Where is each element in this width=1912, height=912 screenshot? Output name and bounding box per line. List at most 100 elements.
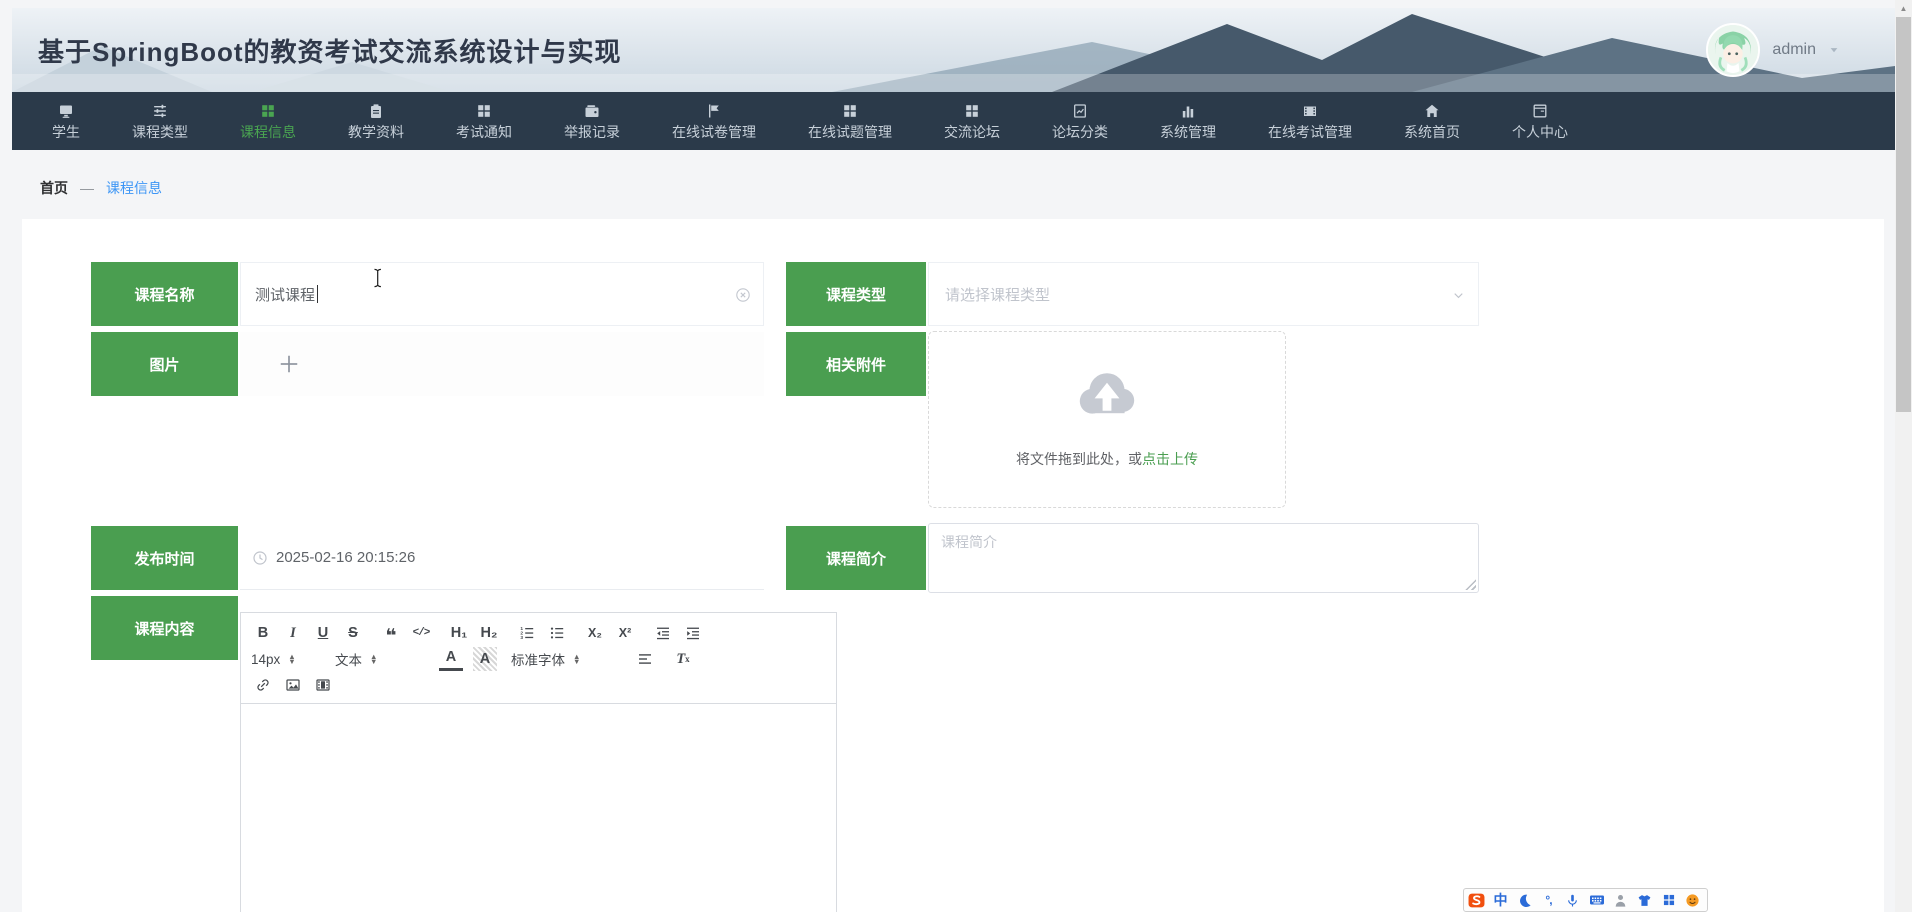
- indent-icon[interactable]: [681, 621, 705, 645]
- superscript-button[interactable]: X²: [613, 621, 637, 645]
- upload-link[interactable]: 点击上传: [1142, 451, 1198, 467]
- header1-button[interactable]: H₁: [447, 621, 471, 645]
- nav-item-personal-center[interactable]: 个人中心: [1486, 92, 1594, 150]
- publish-time-picker[interactable]: 2025-02-16 20:15:26: [240, 526, 764, 590]
- cloud-upload-icon: [1075, 362, 1139, 426]
- nav-item-online-question-mgmt[interactable]: 在线试题管理: [782, 92, 918, 150]
- strikethrough-button[interactable]: S: [341, 621, 365, 645]
- person-icon[interactable]: [1612, 892, 1629, 909]
- grid-blue-icon[interactable]: [1660, 892, 1677, 909]
- ulist-icon[interactable]: [545, 621, 569, 645]
- image-label: 图片: [91, 332, 238, 396]
- blockquote-button[interactable]: ❝: [379, 621, 403, 646]
- publish-time-label: 发布时间: [91, 526, 238, 590]
- font-size-picker[interactable]: 14px ▲ ▼: [251, 652, 317, 667]
- course-name-input[interactable]: 测试课程: [240, 262, 764, 326]
- nav-item-online-exam-mgmt[interactable]: 在线考试管理: [1242, 92, 1378, 150]
- link-icon[interactable]: [251, 673, 275, 697]
- username[interactable]: admin: [1772, 41, 1816, 59]
- course-intro-textarea[interactable]: [928, 523, 1479, 593]
- text-caret: [317, 285, 319, 303]
- breadcrumb-home[interactable]: 首页: [40, 178, 68, 198]
- breadcrumb-current[interactable]: 课程信息: [106, 178, 162, 198]
- underline-button[interactable]: U: [311, 621, 335, 645]
- breadcrumb-separator: —: [80, 180, 94, 196]
- nav-item-students[interactable]: 学生: [26, 92, 106, 150]
- clock-icon: [252, 550, 268, 566]
- caret-down-icon[interactable]: [1828, 44, 1840, 56]
- mic-icon[interactable]: [1564, 892, 1581, 909]
- scrollbar-thumb[interactable]: [1896, 17, 1911, 412]
- course-content-label: 课程内容: [91, 596, 238, 660]
- grid-icon: [476, 103, 492, 119]
- nav-item-forum-category[interactable]: 论坛分类: [1026, 92, 1134, 150]
- plus-icon[interactable]: [278, 353, 300, 375]
- clear-icon[interactable]: [735, 287, 751, 303]
- highlight-color-button[interactable]: A: [473, 647, 497, 671]
- clipboard-icon: [368, 103, 384, 119]
- user-menu[interactable]: admin: [1706, 8, 1840, 92]
- course-type-select[interactable]: 请选择课程类型: [928, 262, 1479, 326]
- italic-button[interactable]: I: [281, 621, 305, 645]
- ime-language-toggle[interactable]: 中: [1492, 892, 1509, 909]
- keyboard-icon[interactable]: [1588, 892, 1605, 909]
- text-color-button[interactable]: A: [439, 647, 463, 671]
- code-block-button[interactable]: </>: [409, 621, 433, 645]
- header2-button[interactable]: H₂: [477, 621, 501, 645]
- grid-icon: [964, 103, 980, 119]
- main-nav: 学生 课程类型 课程信息 教学资料 考试通知 举报记录 在线试卷管理 在线试题管…: [12, 92, 1895, 150]
- chevron-down-icon: [1451, 288, 1466, 303]
- ime-punctuation-toggle[interactable]: °,: [1540, 892, 1557, 909]
- image-icon[interactable]: [281, 673, 305, 697]
- nav-item-exam-notice[interactable]: 考试通知: [430, 92, 538, 150]
- tshirt-icon[interactable]: [1636, 892, 1653, 909]
- course-content-editor: B I U S ❝ </> H₁ H₂ 123 X₂ X² 14px ▲ ▼ 文…: [240, 612, 837, 912]
- course-type-label: 课程类型: [786, 262, 926, 326]
- nav-item-system-home[interactable]: 系统首页: [1378, 92, 1486, 150]
- attachment-dropzone[interactable]: 将文件拖到此处，或点击上传: [928, 331, 1286, 508]
- film-icon: [1302, 103, 1318, 119]
- breadcrumb: 首页 — 课程信息: [40, 174, 162, 202]
- moon-icon[interactable]: [1516, 892, 1533, 909]
- form-card: 课程名称 课程类型 图片 相关附件 发布时间 课程简介 课程内容 测试课程 请选…: [22, 219, 1884, 912]
- home-icon: [1424, 103, 1440, 119]
- nav-item-teaching-materials[interactable]: 教学资料: [322, 92, 430, 150]
- monitor-icon: [58, 103, 74, 119]
- paragraph-style-picker[interactable]: 文本 ▲ ▼: [335, 649, 421, 669]
- sogou-icon[interactable]: [1468, 892, 1485, 909]
- outdent-icon[interactable]: [651, 621, 675, 645]
- avatar[interactable]: [1706, 23, 1761, 77]
- svg-text:3: 3: [520, 635, 523, 641]
- flag-icon: [706, 103, 722, 119]
- clear-format-button[interactable]: Tx: [671, 647, 695, 671]
- nav-item-system-mgmt[interactable]: 系统管理: [1134, 92, 1242, 150]
- nav-item-online-paper-mgmt[interactable]: 在线试卷管理: [646, 92, 782, 150]
- course-name-label: 课程名称: [91, 262, 238, 326]
- subscript-button[interactable]: X₂: [583, 621, 607, 645]
- nav-item-forum[interactable]: 交流论坛: [918, 92, 1026, 150]
- align-icon[interactable]: [633, 647, 657, 671]
- image-upload-area[interactable]: [240, 332, 764, 396]
- editor-content-area[interactable]: [240, 704, 837, 912]
- smiley-icon[interactable]: [1684, 892, 1701, 909]
- nav-item-course-type[interactable]: 课程类型: [106, 92, 214, 150]
- docchart-icon: [1072, 103, 1088, 119]
- editor-toolbar: B I U S ❝ </> H₁ H₂ 123 X₂ X² 14px ▲ ▼ 文…: [240, 612, 837, 704]
- video-icon[interactable]: [311, 673, 335, 697]
- page: 基于SpringBoot的教资考试交流系统设计与实现 admin 学生 课程类型…: [0, 0, 1912, 912]
- card-icon: [1532, 103, 1548, 119]
- page-scrollbar[interactable]: ▲: [1895, 0, 1912, 912]
- scroll-up-arrow[interactable]: ▲: [1895, 0, 1912, 17]
- grid-icon: [260, 103, 276, 119]
- grid-icon: [842, 103, 858, 119]
- bold-button[interactable]: B: [251, 621, 275, 645]
- nav-item-report-records[interactable]: 举报记录: [538, 92, 646, 150]
- header-banner: 基于SpringBoot的教资考试交流系统设计与实现 admin: [12, 8, 1895, 92]
- nav-item-course-info[interactable]: 课程信息: [214, 92, 322, 150]
- ime-toolbar: 中 °,: [1463, 888, 1708, 912]
- font-family-picker[interactable]: 标准字体 ▲ ▼: [511, 649, 615, 669]
- olist-icon[interactable]: 123: [515, 621, 539, 645]
- course-intro-label: 课程简介: [786, 526, 926, 590]
- attachment-label: 相关附件: [786, 332, 926, 396]
- sliders-icon: [152, 103, 168, 119]
